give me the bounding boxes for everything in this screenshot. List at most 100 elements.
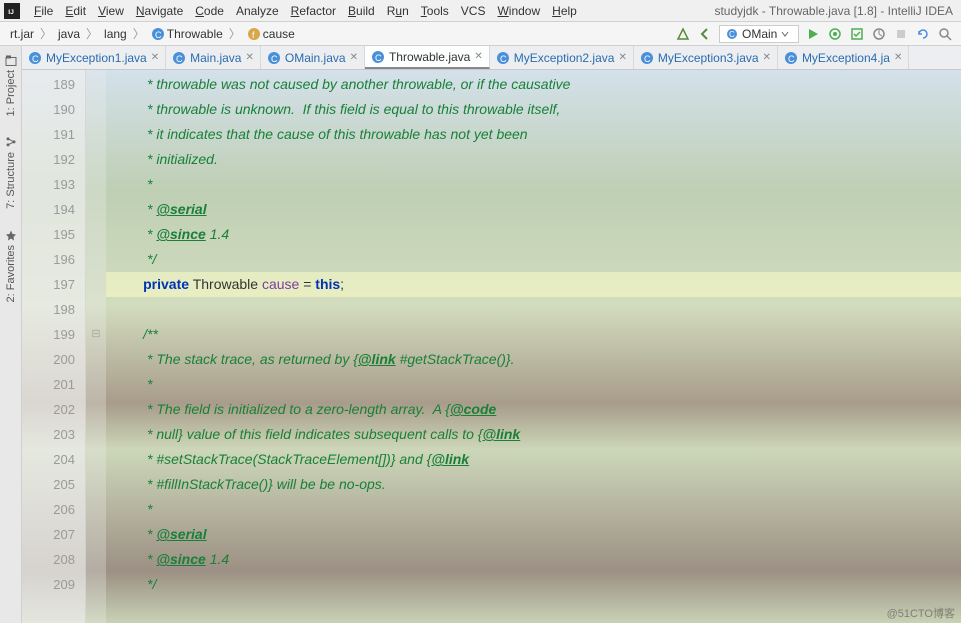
- line-number[interactable]: 200: [22, 347, 75, 372]
- fold-marker[interactable]: [86, 472, 106, 497]
- code-line[interactable]: *: [106, 172, 961, 197]
- editor-tab[interactable]: CThrowable.java✕: [365, 46, 490, 69]
- menu-refactor[interactable]: Refactor: [285, 4, 342, 18]
- code-line[interactable]: * @serial: [106, 197, 961, 222]
- line-number[interactable]: 194: [22, 197, 75, 222]
- menu-help[interactable]: Help: [546, 4, 583, 18]
- code-line[interactable]: *: [106, 497, 961, 522]
- code-line[interactable]: *: [106, 372, 961, 397]
- line-number[interactable]: 197: [22, 272, 75, 297]
- fold-marker[interactable]: [86, 547, 106, 572]
- fold-marker[interactable]: [86, 97, 106, 122]
- close-tab-icon[interactable]: ✕: [618, 52, 626, 63]
- code-line[interactable]: * #fillInStackTrace()} will be be no-ops…: [106, 472, 961, 497]
- line-number-gutter[interactable]: 189190191192193194195196197198199200201 2…: [22, 70, 86, 623]
- code-line[interactable]: * @since 1.4: [106, 222, 961, 247]
- menu-code[interactable]: Code: [189, 4, 230, 18]
- close-tab-icon[interactable]: ✕: [245, 52, 253, 63]
- breadcrumb-item[interactable]: rt.jar: [8, 27, 36, 41]
- line-number[interactable]: 205: [22, 472, 75, 497]
- menu-tools[interactable]: Tools: [415, 4, 455, 18]
- debug-icon[interactable]: [827, 26, 843, 42]
- editor-tab[interactable]: CMyException2.java✕: [490, 46, 634, 69]
- code-line[interactable]: private Throwable cause = this;: [106, 272, 961, 297]
- code-line[interactable]: * The field is initialized to a zero-len…: [106, 397, 961, 422]
- menu-build[interactable]: Build: [342, 4, 381, 18]
- fold-marker[interactable]: [86, 347, 106, 372]
- code-line[interactable]: * @serial: [106, 522, 961, 547]
- line-number[interactable]: 206: [22, 497, 75, 522]
- fold-marker[interactable]: [86, 247, 106, 272]
- code-content[interactable]: * throwable was not caused by another th…: [106, 70, 961, 623]
- coverage-icon[interactable]: [849, 26, 865, 42]
- line-number[interactable]: 192: [22, 147, 75, 172]
- fold-marker[interactable]: [86, 522, 106, 547]
- line-number[interactable]: 207: [22, 522, 75, 547]
- code-line[interactable]: * initialized.: [106, 147, 961, 172]
- editor-tab[interactable]: COMain.java✕: [261, 46, 365, 69]
- code-line[interactable]: * @since 1.4: [106, 547, 961, 572]
- editor-tab[interactable]: CMyException1.java✕: [22, 46, 166, 69]
- fold-marker[interactable]: [86, 447, 106, 472]
- editor-tab[interactable]: CMyException4.ja✕: [778, 46, 909, 69]
- fold-marker[interactable]: ⊟: [86, 322, 106, 347]
- code-line[interactable]: */: [106, 572, 961, 597]
- search-icon[interactable]: [937, 26, 953, 42]
- line-number[interactable]: 189: [22, 72, 75, 97]
- fold-marker[interactable]: [86, 572, 106, 597]
- line-number[interactable]: 201: [22, 372, 75, 397]
- code-line[interactable]: /**: [106, 322, 961, 347]
- fold-marker[interactable]: [86, 397, 106, 422]
- tool-tab-favorites[interactable]: 2: Favorites: [3, 225, 19, 306]
- tool-tab-structure[interactable]: 7: Structure: [3, 132, 19, 213]
- run-config-selector[interactable]: C OMain: [719, 25, 799, 43]
- breadcrumb-item[interactable]: lang: [102, 27, 129, 41]
- code-line[interactable]: */: [106, 247, 961, 272]
- line-number[interactable]: 195: [22, 222, 75, 247]
- fold-marker[interactable]: [86, 222, 106, 247]
- code-line[interactable]: * throwable was not caused by another th…: [106, 72, 961, 97]
- code-line[interactable]: * it indicates that the cause of this th…: [106, 122, 961, 147]
- breadcrumb-item[interactable]: java: [56, 27, 82, 41]
- profile-icon[interactable]: [871, 26, 887, 42]
- code-line[interactable]: * #setStackTrace(StackTraceElement[])} a…: [106, 447, 961, 472]
- build-icon[interactable]: [675, 26, 691, 42]
- line-number[interactable]: 208: [22, 547, 75, 572]
- code-line[interactable]: * The stack trace, as returned by {@link…: [106, 347, 961, 372]
- tool-tab-project[interactable]: 1: Project: [3, 50, 19, 120]
- fold-marker[interactable]: [86, 422, 106, 447]
- fold-marker[interactable]: [86, 372, 106, 397]
- menu-window[interactable]: Window: [491, 4, 546, 18]
- fold-marker[interactable]: [86, 122, 106, 147]
- stop-icon[interactable]: [893, 26, 909, 42]
- line-number[interactable]: 190: [22, 97, 75, 122]
- close-tab-icon[interactable]: ✕: [474, 51, 482, 62]
- fold-marker[interactable]: [86, 172, 106, 197]
- line-number[interactable]: 204: [22, 447, 75, 472]
- line-number[interactable]: 193: [22, 172, 75, 197]
- close-tab-icon[interactable]: ✕: [350, 52, 358, 63]
- line-number[interactable]: 199: [22, 322, 75, 347]
- fold-marker[interactable]: [86, 272, 106, 297]
- menu-file[interactable]: File: [28, 4, 59, 18]
- close-tab-icon[interactable]: ✕: [763, 52, 771, 63]
- fold-marker[interactable]: [86, 497, 106, 522]
- code-line[interactable]: [106, 297, 961, 322]
- code-editor[interactable]: 189190191192193194195196197198199200201 2…: [22, 70, 961, 623]
- line-number[interactable]: 198: [22, 297, 75, 322]
- update-icon[interactable]: [915, 26, 931, 42]
- breadcrumb[interactable]: rt.jar〉java〉lang〉CThrowable〉fcause: [8, 25, 297, 42]
- menu-analyze[interactable]: Analyze: [230, 4, 285, 18]
- editor-tab[interactable]: CMain.java✕: [166, 46, 261, 69]
- line-number[interactable]: 196: [22, 247, 75, 272]
- menu-vcs[interactable]: VCS: [455, 4, 492, 18]
- fold-marker[interactable]: [86, 147, 106, 172]
- menu-edit[interactable]: Edit: [59, 4, 92, 18]
- breadcrumb-item[interactable]: fcause: [245, 27, 297, 41]
- line-number[interactable]: 191: [22, 122, 75, 147]
- nav-back-icon[interactable]: [697, 26, 713, 42]
- fold-marker[interactable]: [86, 297, 106, 322]
- menu-run[interactable]: Run: [381, 4, 415, 18]
- line-number[interactable]: 203: [22, 422, 75, 447]
- fold-gutter[interactable]: ⊟: [86, 70, 106, 623]
